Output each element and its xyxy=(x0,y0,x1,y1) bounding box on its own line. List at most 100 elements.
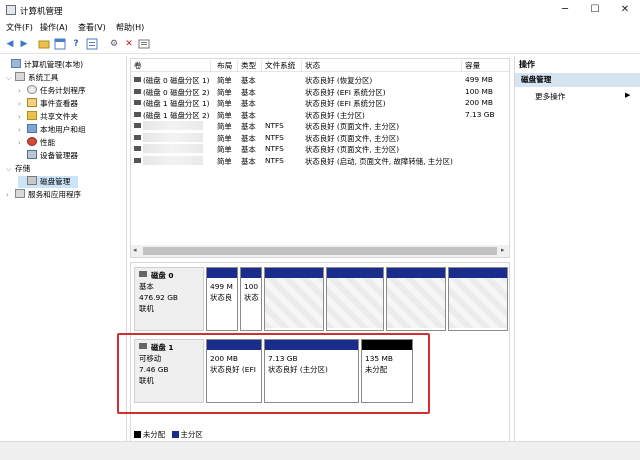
cell-type: 基本 xyxy=(241,99,256,108)
table-row[interactable]: 简单 基本 NTFS 状态良好 (页面文件, 主分区) xyxy=(131,120,509,132)
disk0-partition-2[interactable]: 100 状态 xyxy=(240,267,262,331)
delete-icon[interactable]: ✕ xyxy=(123,38,135,50)
clock-icon xyxy=(27,85,37,94)
chevron-right-icon[interactable]: › xyxy=(18,111,27,123)
col-layout[interactable]: 布局 xyxy=(214,60,238,71)
tree-item-shared-folders[interactable]: › 共享文件夹 xyxy=(18,111,78,123)
scrollbar-thumb[interactable] xyxy=(143,247,497,255)
table-row[interactable]: (磁盘 0 磁盘分区 1) 简单 基本 状态良好 (恢复分区) 499 MB xyxy=(131,74,509,86)
cell-name xyxy=(143,121,203,130)
table-row[interactable]: (磁盘 0 磁盘分区 2) 简单 基本 状态良好 (EFI 系统分区) 100 MB xyxy=(131,86,509,98)
volume-icon xyxy=(134,77,141,82)
console-icon[interactable] xyxy=(54,38,66,50)
minimize-button[interactable]: ─ xyxy=(550,0,580,20)
disk0-size: 476.92 GB xyxy=(139,293,179,302)
chevron-right-icon[interactable]: › xyxy=(18,137,27,149)
col-type[interactable]: 类型 xyxy=(238,60,262,71)
back-icon[interactable]: ◀ xyxy=(4,38,16,50)
menu-action[interactable]: 操作(A) xyxy=(40,22,68,33)
tree-item-computer-management[interactable]: 计算机管理(本地) xyxy=(2,59,83,71)
menu-bar: 文件(F) 操作(A) 查看(V) 帮助(H) xyxy=(0,20,640,34)
folder-icon[interactable] xyxy=(38,38,50,50)
cell-fs: NTFS xyxy=(265,132,284,142)
cell-name: (磁盘 1 磁盘分区 1) xyxy=(143,99,210,108)
chevron-right-icon[interactable]: › xyxy=(18,85,27,97)
properties-icon[interactable] xyxy=(86,38,98,50)
disk0-partition-6[interactable] xyxy=(448,267,508,331)
services-icon xyxy=(15,189,25,198)
export-icon[interactable] xyxy=(138,38,150,50)
table-row[interactable]: 简单 基本 NTFS 状态良好 (页面文件, 主分区) xyxy=(131,132,509,144)
cell-layout: 简单 xyxy=(217,99,232,108)
cell-type: 基本 xyxy=(241,76,256,85)
disk0-p2-status: 状态 xyxy=(244,293,259,302)
col-filesystem[interactable]: 文件系统 xyxy=(262,60,302,71)
table-row[interactable]: (磁盘 1 磁盘分区 1) 简单 基本 状态良好 (EFI 系统分区) 200 MB xyxy=(131,97,509,109)
volume-icon xyxy=(134,123,141,128)
col-volume[interactable]: 卷 xyxy=(131,60,211,71)
col-status[interactable]: 状态 xyxy=(302,60,462,71)
disk0-p2-size: 100 xyxy=(244,282,259,291)
tree-item-device-manager[interactable]: 设备管理器 xyxy=(18,150,78,162)
chevron-down-icon[interactable]: ⌵ xyxy=(6,163,15,175)
more-actions[interactable]: 更多操作 xyxy=(535,91,565,102)
disk0-partition-4[interactable] xyxy=(326,267,384,331)
actions-section-disk-management[interactable]: 磁盘管理 xyxy=(515,73,640,87)
forward-icon[interactable]: ▶ xyxy=(18,38,30,50)
users-icon xyxy=(27,124,37,133)
volume-list: 卷 布局 类型 文件系统 状态 容量 ◂ ▸ (磁盘 0 磁盘分区 1) 简单 基本… xyxy=(130,58,510,258)
tree-item-storage[interactable]: ⌵ 存储 xyxy=(6,163,30,175)
cell-layout: 简单 xyxy=(217,110,232,120)
horizontal-scrollbar[interactable]: ◂ ▸ xyxy=(131,245,509,257)
event-viewer-icon xyxy=(27,98,37,107)
maximize-button[interactable]: ☐ xyxy=(580,0,610,20)
cell-name xyxy=(143,144,203,153)
cell-cap: 499 MB xyxy=(465,75,493,84)
tree-item-services-apps[interactable]: › 服务和应用程序 xyxy=(6,189,81,201)
connect-icon[interactable]: ⚙ xyxy=(108,38,120,50)
volume-list-header: 卷 布局 类型 文件系统 状态 容量 xyxy=(131,59,509,72)
chevron-right-icon[interactable]: › xyxy=(18,98,27,110)
col-capacity[interactable]: 容量 xyxy=(462,60,509,71)
cell-type: 基本 xyxy=(241,122,256,131)
close-button[interactable]: ✕ xyxy=(610,0,640,20)
disk0-partition-5[interactable] xyxy=(386,267,446,331)
disk0-label[interactable]: 磁盘 0 基本 476.92 GB 联机 xyxy=(134,267,204,331)
disk0-state: 联机 xyxy=(139,304,154,313)
disk0-p1-status: 状态良 xyxy=(210,293,233,302)
scroll-left-icon[interactable]: ◂ xyxy=(133,246,137,254)
table-row[interactable]: 简单 基本 NTFS 状态良好 (启动, 页面文件, 故障转储, 主分区) xyxy=(131,155,509,167)
tree-item-event-viewer[interactable]: › 事件查看器 xyxy=(18,98,78,110)
disk-icon xyxy=(27,176,37,185)
tree-item-system-tools[interactable]: ⌵ 系统工具 xyxy=(6,72,58,84)
tree-item-local-users[interactable]: › 本地用户和组 xyxy=(18,124,86,136)
help-icon[interactable]: ? xyxy=(70,38,82,50)
tree-item-performance[interactable]: › 性能 xyxy=(18,137,55,149)
navigation-tree: 计算机管理(本地) ⌵ 系统工具 › 任务计划程序 › 事件查看器 › 共享文件夹 › 本… xyxy=(0,56,127,441)
tools-icon xyxy=(15,72,25,81)
volume-icon xyxy=(134,88,141,94)
table-row[interactable]: (磁盘 1 磁盘分区 2) 简单 基本 状态良好 (主分区) 7.13 GB xyxy=(131,109,509,121)
cell-name: (磁盘 0 磁盘分区 1) xyxy=(143,76,210,85)
cell-layout: 简单 xyxy=(217,87,232,97)
menu-help[interactable]: 帮助(H) xyxy=(116,22,144,33)
chevron-right-icon[interactable]: ▶ xyxy=(625,91,630,99)
chevron-down-icon[interactable]: ⌵ xyxy=(6,72,15,84)
title-bar: 计算机管理 ─ ☐ ✕ xyxy=(0,0,640,20)
tree-item-task-scheduler[interactable]: › 任务计划程序 xyxy=(18,85,86,97)
menu-view[interactable]: 查看(V) xyxy=(78,22,106,33)
actions-title: 操作 xyxy=(519,60,535,69)
disk0-partition-3[interactable] xyxy=(264,267,324,331)
chevron-right-icon[interactable]: › xyxy=(6,189,15,201)
chevron-right-icon[interactable]: › xyxy=(18,124,27,136)
highlight-box xyxy=(117,333,430,414)
performance-icon xyxy=(27,137,37,146)
disk0-partition-1[interactable]: 499 M 状态良 xyxy=(206,267,238,331)
table-row[interactable]: 简单 基本 NTFS 状态良好 (页面文件, 主分区) xyxy=(131,143,509,155)
tree-item-disk-management[interactable]: 磁盘管理 xyxy=(18,176,78,188)
cell-layout: 简单 xyxy=(217,76,232,85)
cell-status: 状态良好 (恢复分区) xyxy=(305,76,373,85)
scroll-right-icon[interactable]: ▸ xyxy=(501,246,505,254)
menu-file[interactable]: 文件(F) xyxy=(6,22,33,33)
toolbar: ◀ ▶ ? ⚙ ✕ xyxy=(0,34,640,54)
